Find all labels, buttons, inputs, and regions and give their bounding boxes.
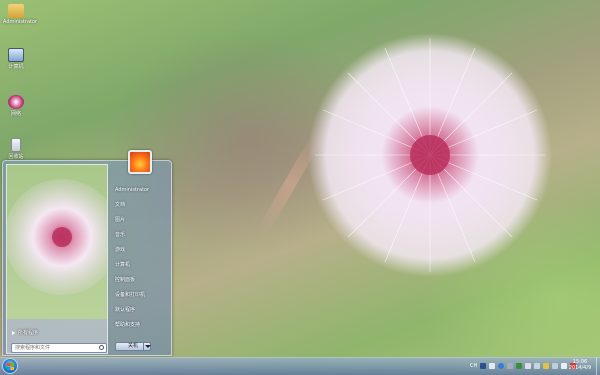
start-menu-item-control-panel[interactable]: 控制面板 [115,273,173,288]
user-avatar[interactable] [128,150,152,174]
desktop-icon-label: 网络 [10,111,21,117]
search-placeholder: 搜索程序和文件 [15,345,51,351]
desktop-icon-label: 计算机 [8,64,24,70]
pen-icon[interactable] [525,363,532,369]
start-menu-user-name[interactable]: Administrator [115,183,173,198]
wallpaper-dandelion [308,33,552,277]
input-language[interactable]: CH [470,362,477,372]
start-menu-item-documents[interactable]: 文档 [115,198,173,213]
start-menu-item-devices-printers[interactable]: 设备和打印机 [115,288,173,303]
shutdown-label: 关机 [127,343,138,349]
desktop-icon-computer[interactable]: 计算机 [3,48,29,70]
all-programs-button[interactable]: 所有程序 [12,329,38,336]
system-tray: CH [470,362,577,372]
clock-date: 2014/4/9 [568,365,592,371]
start-menu: 所有程序 搜索程序和文件 Administrator 文档 图片 音乐 游戏 计… [2,160,172,356]
arrow-right-icon [12,330,15,335]
start-menu-item-games[interactable]: 游戏 [115,243,173,258]
taskbar-clock[interactable]: 15:06 2014/4/9 [565,359,595,371]
action-center-icon[interactable] [543,363,550,369]
start-button[interactable] [2,358,18,374]
recycle-bin-icon [11,138,21,152]
network-tray-icon[interactable] [534,363,541,369]
start-menu-right-pane: Administrator 文档 图片 音乐 游戏 计算机 控制面板 设备和打印… [115,183,173,333]
desktop-icon-label: Administrator [3,19,38,25]
settings-icon[interactable] [507,363,514,369]
start-menu-item-music[interactable]: 音乐 [115,228,173,243]
show-desktop-button[interactable] [596,357,600,375]
start-menu-item-computer[interactable]: 计算机 [115,258,173,273]
start-menu-item-pictures[interactable]: 图片 [115,213,173,228]
search-input[interactable]: 搜索程序和文件 [11,343,107,353]
start-menu-picture [7,165,107,319]
flag-icon[interactable] [489,363,496,369]
network-icon [8,95,24,109]
shutdown-options-button[interactable] [143,342,151,351]
start-menu-program-pane: 所有程序 搜索程序和文件 [6,164,108,354]
computer-icon [8,48,24,62]
desktop-icon-network[interactable]: 网络 [3,95,29,117]
all-programs-label: 所有程序 [18,330,39,336]
desktop-icon-label: 回收站 [8,154,24,160]
start-menu-item-default-programs[interactable]: 默认程序 [115,303,173,318]
desktop-icon-recycle-bin[interactable]: 回收站 [3,138,29,160]
keyboard-icon[interactable] [480,363,487,369]
help-icon[interactable] [498,363,505,369]
power-icon[interactable] [552,363,559,369]
user-folder-icon [8,4,24,18]
search-icon [99,345,104,350]
start-menu-item-help-support[interactable]: 帮助和支持 [115,318,173,333]
desktop-icon-user-folder[interactable]: Administrator [3,4,38,25]
shield-icon[interactable] [516,363,523,369]
